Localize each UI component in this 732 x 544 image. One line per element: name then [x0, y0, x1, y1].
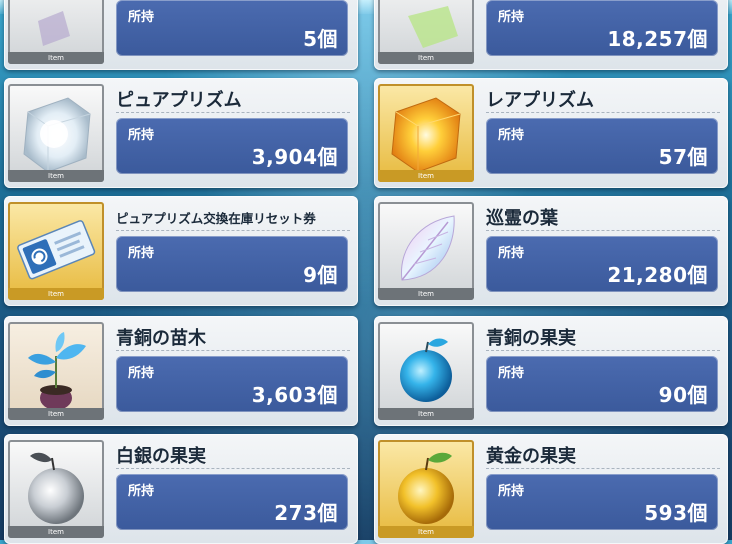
owned-panel: 所持 21,280個: [486, 236, 718, 292]
owned-count: 21,280個: [607, 263, 708, 287]
owned-count: 5個: [303, 27, 338, 51]
item-thumbnail: Item: [378, 0, 474, 64]
item-card-6[interactable]: Item 青銅の苗木 所持 3,603個: [4, 316, 358, 426]
owned-label: 所持: [128, 10, 155, 25]
item-name: 巡霊の葉: [486, 208, 558, 229]
owned-count: 9個: [303, 263, 338, 287]
owned-panel: 所持 9個: [116, 236, 348, 292]
name-separator: [116, 468, 350, 469]
silver-fruit-icon: [28, 452, 84, 524]
item-thumbnail: Item: [378, 84, 474, 182]
item-card-0[interactable]: Item 所持 5個: [4, 0, 358, 70]
name-separator: [116, 112, 350, 113]
item-name: 黄金の果実: [486, 446, 576, 467]
owned-panel: 所持 3,603個: [116, 356, 348, 412]
item-card-2[interactable]: Item ピュアプリズム 所持 3,904個: [4, 78, 358, 188]
item-name: ピュアプリズム: [116, 90, 242, 111]
owned-label: 所持: [498, 10, 525, 25]
item-thumbnail: Item: [378, 440, 474, 538]
owned-panel: 所持 18,257個: [486, 0, 718, 56]
owned-label: 所持: [498, 128, 525, 143]
owned-panel: 所持 273個: [116, 474, 348, 530]
item-tag: Item: [8, 408, 104, 420]
item-card-4[interactable]: Item ピュアプリズム交換在庫リセット券 所持 9個: [4, 196, 358, 306]
rare-prism-icon: [391, 97, 461, 173]
name-separator: [486, 230, 720, 231]
item-tag: Item: [378, 170, 474, 182]
item-tag: Item: [8, 526, 104, 538]
item-thumbnail: Item: [8, 440, 104, 538]
owned-panel: 所持 57個: [486, 118, 718, 174]
owned-label: 所持: [498, 484, 525, 499]
spirit-leaf-icon: [400, 215, 455, 281]
golden-fruit-icon: [398, 452, 454, 524]
item-thumbnail: Item: [8, 84, 104, 182]
owned-count: 18,257個: [607, 27, 708, 51]
owned-count: 273個: [274, 501, 338, 525]
item-thumbnail: Item: [8, 322, 104, 420]
name-separator: [116, 230, 350, 231]
name-separator: [116, 350, 350, 351]
owned-panel: 所持 593個: [486, 474, 718, 530]
item-name: レアプリズム: [486, 90, 594, 111]
pure-prism-icon: [23, 97, 91, 173]
owned-label: 所持: [498, 246, 525, 261]
item-name: 青銅の苗木: [116, 328, 206, 349]
item-tag: Item: [378, 526, 474, 538]
item-card-8[interactable]: Item 白銀の果実 所持 273個: [4, 434, 358, 544]
owned-label: 所持: [128, 246, 155, 261]
owned-label: 所持: [128, 484, 155, 499]
name-separator: [486, 112, 720, 113]
item-name: 青銅の果実: [486, 328, 576, 349]
item-tag: Item: [378, 288, 474, 300]
item-thumbnail: Item: [8, 202, 104, 300]
item-card-9[interactable]: Item 黄金の果実 所持 593個: [374, 434, 728, 544]
bronze-fruit-icon: [400, 338, 452, 402]
item-card-3[interactable]: Item レアプリズム 所持 57個: [374, 78, 728, 188]
owned-count: 593個: [644, 501, 708, 525]
owned-label: 所持: [128, 128, 155, 143]
item-tag: Item: [378, 408, 474, 420]
item-tag: Item: [378, 52, 474, 64]
owned-count: 3,603個: [251, 383, 338, 407]
item-tag: Item: [8, 52, 104, 64]
item-card-1[interactable]: Item 所持 18,257個: [374, 0, 728, 70]
owned-panel: 所持 5個: [116, 0, 348, 56]
name-separator: [486, 350, 720, 351]
item-tag: Item: [8, 170, 104, 182]
item-card-7[interactable]: Item 青銅の果実 所持 90個: [374, 316, 728, 426]
owned-count: 90個: [658, 383, 708, 407]
owned-panel: 所持 3,904個: [116, 118, 348, 174]
reset-ticket-icon: [17, 220, 96, 280]
item-tag: Item: [8, 288, 104, 300]
item-thumbnail: Item: [378, 322, 474, 420]
item-name: 白銀の果実: [116, 446, 206, 467]
item-card-5[interactable]: Item 巡霊の葉 所持 21,280個: [374, 196, 728, 306]
bronze-sapling-icon: [28, 332, 86, 410]
owned-count: 3,904個: [251, 145, 338, 169]
item-thumbnail: Item: [8, 0, 104, 64]
item-thumbnail: Item: [378, 202, 474, 300]
owned-panel: 所持 90個: [486, 356, 718, 412]
owned-count: 57個: [658, 145, 708, 169]
owned-label: 所持: [128, 366, 155, 381]
owned-label: 所持: [498, 366, 525, 381]
name-separator: [486, 468, 720, 469]
